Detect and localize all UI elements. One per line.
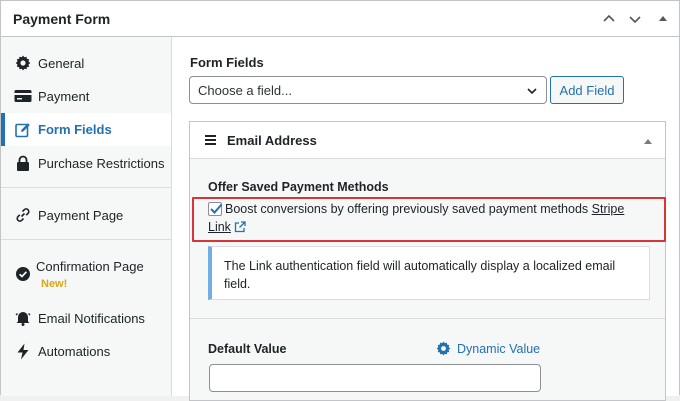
sidebar-divider <box>1 187 171 188</box>
email-address-field-card: Email Address Offer Saved Payment Method… <box>189 121 666 401</box>
panel-title: Payment Form <box>13 11 111 27</box>
sidebar-item-label: Payment <box>38 88 90 104</box>
edit-icon <box>14 121 32 139</box>
default-value-input[interactable] <box>209 364 541 392</box>
collapse-arrow-icon[interactable] <box>643 135 653 145</box>
sidebar-item-label: Payment Page <box>38 207 124 223</box>
card-icon <box>14 87 32 105</box>
add-field-button[interactable]: Add Field <box>550 76 624 104</box>
offer-saved-payment-label: Offer Saved Payment Methods <box>208 180 389 194</box>
sidebar-item-label: Purchase Restrictions <box>38 155 165 171</box>
sidebar-item-label: General <box>38 55 85 71</box>
field-select-value: Choose a field... <box>198 83 292 98</box>
check-badge-icon <box>14 265 32 283</box>
sidebar-item-confirmation-page[interactable]: Confirmation Page <box>1 251 171 297</box>
notice-text: The Link authentication field will autom… <box>224 259 616 291</box>
sidebar-item-email-notifications[interactable]: Email Notifications <box>1 302 171 334</box>
sidebar-divider <box>1 239 171 240</box>
form-fields-content: Form Fields Choose a field... Add Field … <box>172 37 679 401</box>
bell-icon <box>14 309 32 327</box>
sidebar: General Payment Form Fields Purchase Res… <box>1 37 172 396</box>
card-header[interactable]: Email Address <box>190 122 665 159</box>
sidebar-item-payment[interactable]: Payment <box>1 80 171 112</box>
card-divider <box>190 318 665 319</box>
default-value-label: Default Value <box>208 342 287 356</box>
dynamic-value-label: Dynamic Value <box>457 341 541 356</box>
gear-icon <box>14 54 32 72</box>
collapse-toggle-icon[interactable] <box>653 9 673 29</box>
link-info-notice: The Link authentication field will autom… <box>208 246 650 300</box>
dynamic-value-link[interactable]: Dynamic Value <box>436 341 540 356</box>
sidebar-item-payment-page[interactable]: Payment Page <box>1 199 171 231</box>
form-fields-heading: Form Fields <box>190 55 264 70</box>
chevron-down-icon <box>526 85 538 97</box>
field-select[interactable]: Choose a field... <box>189 76 547 104</box>
move-up-icon[interactable] <box>599 9 619 29</box>
highlight-box <box>192 197 666 242</box>
drag-handle-icon[interactable] <box>205 134 217 146</box>
sidebar-item-label: Email Notifications <box>38 310 145 326</box>
payment-form-panel: Payment Form General Payment Form Fields… <box>0 0 680 401</box>
bolt-icon <box>14 342 32 360</box>
panel-header: Payment Form <box>1 1 679 37</box>
gear-icon <box>436 341 451 356</box>
sidebar-item-automations[interactable]: Automations <box>1 335 171 367</box>
new-badge: New! <box>41 278 68 290</box>
sidebar-item-form-fields[interactable]: Form Fields <box>1 113 171 146</box>
card-title: Email Address <box>227 133 317 148</box>
sidebar-item-general[interactable]: General <box>1 47 171 79</box>
sidebar-item-label: Confirmation Page <box>36 259 144 274</box>
sidebar-item-label: Automations <box>38 343 111 359</box>
link-icon <box>14 206 32 224</box>
sidebar-item-label: Form Fields <box>38 122 112 137</box>
lock-icon <box>14 154 32 172</box>
sidebar-item-purchase-restrictions[interactable]: Purchase Restrictions <box>1 147 171 179</box>
move-down-icon[interactable] <box>625 9 645 29</box>
